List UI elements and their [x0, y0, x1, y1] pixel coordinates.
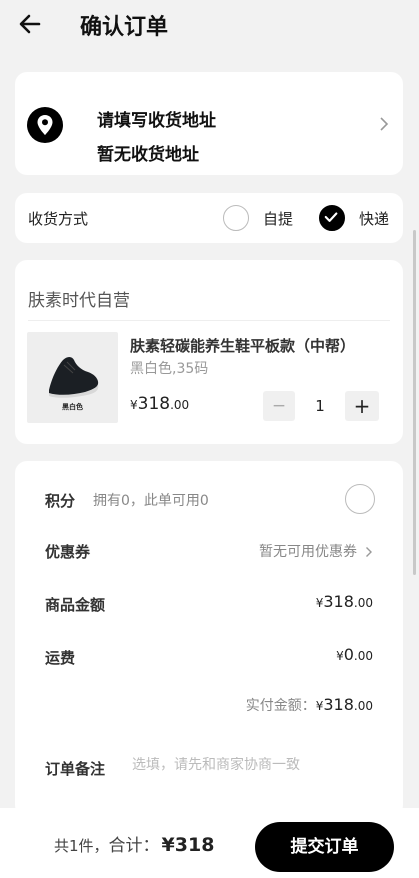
product-card: 肤素时代自营 黑白色 肤素轻碳能养生鞋平板款（中帮） 黑白色,35码 ¥318.… [15, 260, 403, 444]
item-count: 共1件， [54, 837, 109, 855]
goods-amount-label: 商品金额 [45, 596, 106, 614]
actual-payment-label: 实付金额： [245, 698, 316, 714]
price-integer: 318 [137, 394, 171, 414]
goods-amount-value: ¥318.00 [316, 592, 373, 611]
checkmark-icon [324, 212, 338, 222]
price-decimal: .00 [170, 398, 190, 412]
address-card[interactable]: 请填写收货地址 暂无收货地址 [15, 72, 403, 175]
location-pin-icon [27, 107, 63, 143]
points-label: 积分 [45, 492, 76, 510]
checkout-bar: 共1件，合计： ¥318 提交订单 [0, 808, 419, 878]
actual-payment-integer: 318 [323, 695, 354, 714]
product-price: ¥318.00 [130, 394, 189, 414]
product-image[interactable]: 黑白色 [27, 332, 118, 423]
coupon-label: 优惠券 [45, 543, 91, 561]
goods-amount-decimal: .00 [353, 596, 373, 610]
actual-payment-decimal: .00 [353, 699, 373, 713]
quantity-increase-button[interactable]: + [345, 391, 379, 421]
shipping-decimal: .00 [353, 649, 373, 663]
express-radio[interactable] [319, 205, 345, 231]
page-title: 确认订单 [80, 15, 169, 40]
shipping-label: 运费 [45, 649, 76, 667]
coupon-value: 暂无可用优惠券 [259, 544, 357, 560]
total-label: 合计： [108, 836, 160, 856]
delivery-method-card: 收货方式 自提 快递 [15, 193, 403, 243]
order-summary-card: 积分 拥有0，此单可用0 优惠券 暂无可用优惠券 商品金额 ¥318.00 运费… [15, 461, 403, 817]
shipping-value: ¥0.00 [336, 645, 373, 664]
address-empty-text: 暂无收货地址 [97, 145, 199, 165]
use-points-radio[interactable] [345, 484, 375, 514]
scrollbar[interactable] [413, 230, 416, 575]
store-name: 肤素时代自营 [28, 291, 130, 311]
shipping-integer: 0 [343, 645, 354, 664]
quantity-value[interactable]: 1 [299, 391, 341, 421]
delivery-method-label: 收货方式 [28, 210, 89, 228]
quantity-decrease-button[interactable]: − [263, 391, 295, 421]
order-remark-label: 订单备注 [45, 760, 106, 778]
divider [28, 320, 390, 321]
product-name: 肤素轻碳能养生鞋平板款（中帮） [130, 337, 356, 355]
shipping-symbol: ¥ [336, 649, 344, 663]
price-symbol: ¥ [130, 398, 138, 412]
order-remark-input[interactable] [132, 757, 372, 773]
coupon-selector[interactable]: 暂无可用优惠券 [259, 541, 373, 561]
points-note: 拥有0，此单可用0 [93, 493, 209, 509]
actual-payment: 实付金额：¥318.00 [246, 695, 373, 715]
product-spec: 黑白色,35码 [130, 361, 209, 377]
express-label[interactable]: 快递 [359, 208, 389, 229]
submit-order-button[interactable]: 提交订单 [255, 822, 394, 872]
color-tag: 黑白色 [62, 403, 83, 411]
pickup-label[interactable]: 自提 [263, 208, 293, 229]
total-amount: ¥318 [161, 834, 215, 856]
top-bar: 确认订单 [0, 0, 419, 52]
goods-amount-integer: 318 [323, 592, 354, 611]
chevron-right-icon [366, 547, 372, 557]
order-total: 共1件，合计： ¥318 [54, 831, 214, 856]
back-arrow-icon[interactable] [17, 11, 43, 37]
pickup-radio[interactable] [223, 205, 249, 231]
address-prompt: 请填写收货地址 [97, 111, 216, 131]
chevron-right-icon [380, 117, 389, 131]
